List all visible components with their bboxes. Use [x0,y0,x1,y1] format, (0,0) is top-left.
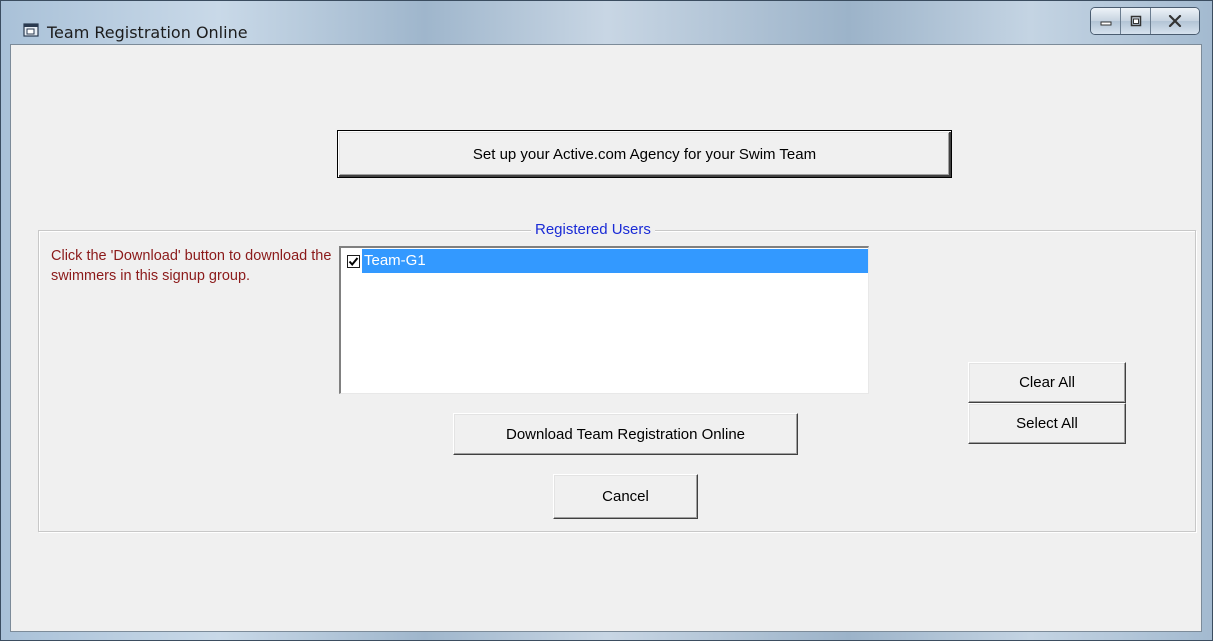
app-window: Team Registration Online Set up your Act… [0,0,1213,641]
app-icon [23,23,39,37]
download-help-text: Click the 'Download' button to download … [51,248,332,284]
clear-all-button[interactable]: Clear All [968,362,1126,403]
minimize-button[interactable] [1091,8,1121,34]
registered-users-legend: Registered Users [531,221,655,238]
maximize-icon [1130,15,1141,27]
setup-agency-button[interactable]: Set up your Active.com Agency for your S… [337,130,952,178]
cancel-button[interactable]: Cancel [553,474,698,519]
checkmark-icon [348,256,359,266]
list-item[interactable]: Team-G1 [343,249,868,273]
registered-users-list[interactable]: Team-G1 [339,246,869,394]
list-item-label: Team-G1 [362,249,868,273]
download-button[interactable]: Download Team Registration Online [453,413,798,455]
maximize-button[interactable] [1121,8,1151,34]
close-icon [1168,15,1182,27]
close-button[interactable] [1151,8,1199,34]
window-title: Team Registration Online [47,23,248,42]
dialog-client-area: Set up your Active.com Agency for your S… [10,44,1202,632]
registered-users-group: Registered Users Click the 'Download' bu… [38,221,1196,532]
select-all-button[interactable]: Select All [968,403,1126,444]
item-checkbox[interactable] [347,254,360,268]
caption-buttons [1090,7,1200,35]
minimize-icon [1100,21,1111,26]
